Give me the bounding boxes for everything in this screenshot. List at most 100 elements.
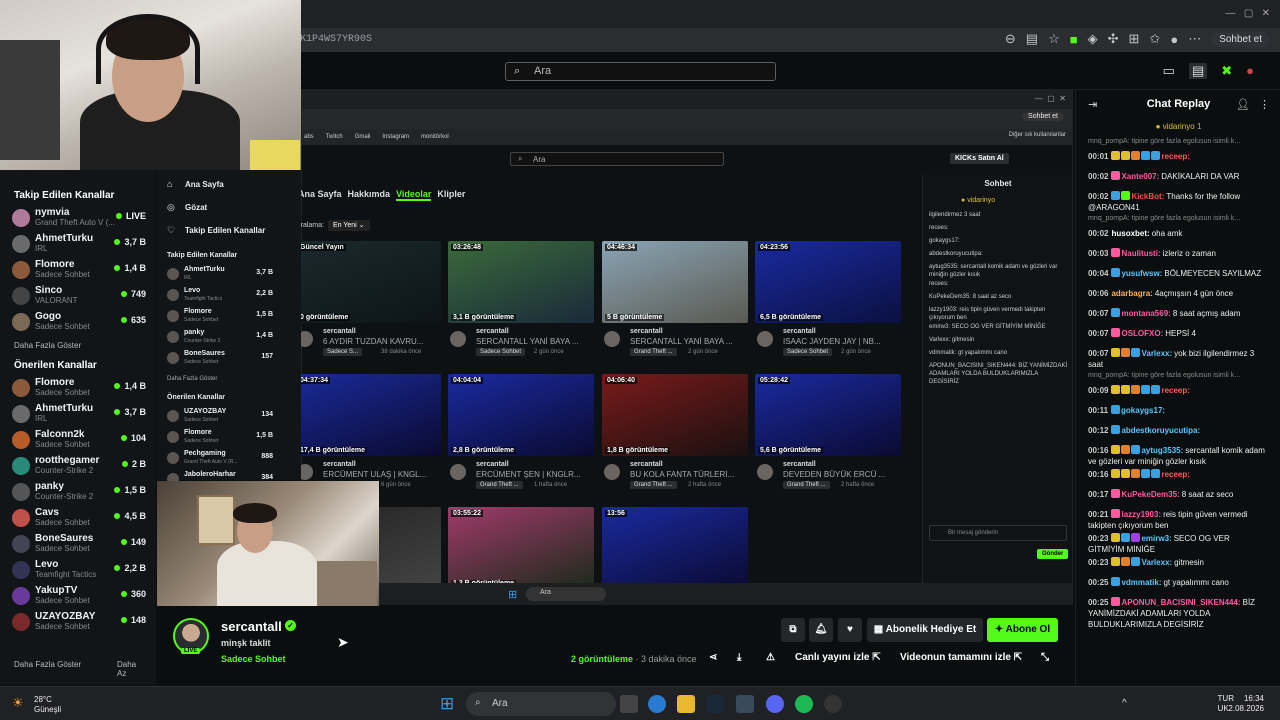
chat-message[interactable]: 00:02 KickBot: Thanks for the follow @ARAG… — [1088, 191, 1268, 213]
chrome-icon[interactable] — [824, 695, 842, 713]
windows-start-icon[interactable]: ⊞ — [440, 694, 454, 714]
sidebar-channel[interactable]: Levo Teamfight Tactics 2,2 B — [0, 557, 156, 583]
app-icon[interactable] — [736, 695, 754, 713]
follow-heart-icon[interactable]: ♥ — [838, 618, 862, 642]
sidebar-channel[interactable]: Falconn2k Sadece Sohbet 104 — [0, 427, 156, 453]
chat-username[interactable]: gokaygs17: — [1121, 406, 1165, 415]
chat-username[interactable]: aytug3535: — [1141, 446, 1183, 455]
chat-username[interactable]: receep: — [1161, 470, 1189, 479]
watch-full-link[interactable]: Videonun tamamını izle ⇱ — [900, 652, 1022, 663]
sidebar-channel[interactable]: Cavs Sadece Sohbet 4,5 B — [0, 505, 156, 531]
chat-message[interactable]: 00:25 APONUN_BACISINI_SIKEN444: BİZ YANİMİ… — [1088, 597, 1268, 630]
share-icon[interactable]: ⋖ — [709, 652, 717, 663]
chat-username[interactable]: vdmmatik: — [1121, 578, 1161, 587]
download-icon[interactable]: ⤓ — [737, 652, 741, 663]
system-clock[interactable]: 16:34 2.08.2026 — [1228, 694, 1264, 714]
chat-username[interactable]: Xante007: — [1121, 172, 1159, 181]
star-icon[interactable]: ☆ — [1048, 31, 1060, 47]
chat-message[interactable]: 00:25 vdmmatik: gt yapalımmı cano — [1088, 577, 1268, 588]
show-more-link[interactable]: Daha Fazla Göster — [0, 335, 156, 356]
kick-icon[interactable]: ✖ — [1221, 63, 1232, 79]
theater-icon[interactable]: ▭ — [1163, 63, 1175, 79]
chat-username[interactable]: KuPekeDem35: — [1121, 490, 1179, 499]
chat-message[interactable]: 00:01 receep: — [1088, 151, 1268, 162]
chat-message[interactable]: 00:16 aytug3535: sercantall komik adam ve … — [1088, 445, 1268, 467]
window-controls[interactable]: — ▢ ✕ — [1226, 8, 1271, 19]
chat-message[interactable]: 00:12 abdestkoruyucutipa: — [1088, 425, 1268, 436]
chat-message[interactable]: 00:21 lazzy1903: reis tipin güven vermedi … — [1088, 509, 1268, 531]
extension-icon[interactable]: ■ — [1070, 32, 1078, 47]
notification-bell-icon[interactable]: 🔔︎ — [809, 618, 833, 642]
settings-icon[interactable]: ⋮ — [1259, 98, 1270, 111]
zoom-icon[interactable]: ⊖ — [1005, 31, 1016, 47]
profile-icon[interactable]: ● — [1170, 32, 1178, 47]
chat-message[interactable]: 00:23 emirw3: SECO OG VER GİTMİYİM MİNİĞE — [1088, 533, 1268, 555]
report-icon[interactable]: ⚠ — [766, 652, 775, 663]
weather-widget[interactable]: 28°C Güneşli — [34, 695, 61, 715]
steam-icon[interactable] — [706, 695, 724, 713]
chat-message[interactable]: 00:16 receep: — [1088, 469, 1268, 480]
sidebar-channel[interactable]: AhmetTurku IRL 3,7 B — [0, 231, 156, 257]
chat-message[interactable]: 00:07 montana569: 8 saat açmış adam — [1088, 308, 1268, 319]
file-explorer-icon[interactable] — [677, 695, 695, 713]
chat-username[interactable]: Naulitusti: — [1121, 249, 1160, 258]
chat-username[interactable]: montana569: — [1121, 309, 1170, 318]
chat-message[interactable]: 00:03 Naulitusti: izleriz o zaman — [1088, 248, 1268, 259]
chat-message[interactable]: 00:04 yusufwsw: BÖLMEYECEN SAYILMAZ — [1088, 268, 1268, 279]
sidebar-channel[interactable]: Gogo Sadece Sohbet 635 — [0, 309, 156, 335]
spotify-icon[interactable] — [795, 695, 813, 713]
chat-username[interactable]: Varlexx: — [1141, 558, 1172, 567]
watch-live-link[interactable]: Canlı yayını izle ⇱ — [795, 652, 881, 663]
theater-button[interactable]: ⧉ — [781, 618, 805, 642]
chat-message[interactable]: 00:02 husoxbet: oha amk — [1088, 228, 1268, 239]
favorites-icon[interactable]: ✩ — [1149, 31, 1160, 47]
chat-username[interactable]: abdestkoruyucutipa: — [1121, 426, 1200, 435]
users-icon[interactable]: 👤︎ — [1236, 98, 1250, 111]
puzzle-icon[interactable]: ✣ — [1108, 31, 1119, 47]
sidebar-channel[interactable]: UZAYOZBAY Sadece Sohbet 148 — [0, 609, 156, 635]
chat-username[interactable]: OSLOFXO: — [1121, 329, 1163, 338]
collapse-icon[interactable]: ⤡ — [1041, 652, 1049, 663]
copilot-chat-button[interactable]: Sohbet et — [1211, 31, 1270, 47]
chat-username[interactable]: adarbagra: — [1111, 289, 1152, 298]
chat-username[interactable]: receep: — [1161, 152, 1189, 161]
sidebar-channel[interactable]: YakupTV Sadece Sohbet 360 — [0, 583, 156, 609]
extension-icon[interactable]: ◈ — [1088, 31, 1098, 47]
sidebar-channel[interactable]: AhmetTurku IRL 3,7 B — [0, 401, 156, 427]
chat-username[interactable]: Varlexx: — [1141, 349, 1172, 358]
subscribe-button[interactable]: ✦ Abone Ol — [987, 618, 1058, 642]
chat-username[interactable]: APONUN_BACISINI_SIKEN444: — [1121, 598, 1240, 607]
gift-sub-button[interactable]: ▦ Abonelik Hediye Et — [867, 618, 983, 642]
show-less-link[interactable]: Daha Az — [103, 654, 156, 684]
sidebar-channel[interactable]: panky Counter-Strike 2 1,5 B — [0, 479, 156, 505]
chat-username[interactable]: emirw3: — [1141, 534, 1171, 543]
show-more-link[interactable]: Daha Fazla Göster — [0, 654, 95, 675]
avatar[interactable]: ● — [1246, 63, 1254, 79]
streamer-name[interactable]: sercantall — [221, 619, 282, 634]
taskbar-search[interactable]: ⌕ Ara — [466, 692, 616, 716]
sidebar-channel[interactable]: Flomore Sadece Sohbet 1,4 B — [0, 375, 156, 401]
url-text[interactable]: K1P4WS7YR90S — [300, 34, 372, 45]
sidebar-channel[interactable]: Flomore Sadece Sohbet 1,4 B — [0, 257, 156, 283]
edge-icon[interactable] — [648, 695, 666, 713]
chat-message[interactable]: 00:09 receep: — [1088, 385, 1268, 396]
chat-username[interactable]: lazzy1903: — [1121, 510, 1161, 519]
sidebar-channel[interactable]: Sinco VALORANT 749 — [0, 283, 156, 309]
chat-message[interactable]: 00:07 Varlexx: yok bizi ilgilendirmez 3 sa… — [1088, 348, 1268, 370]
tray-chevron-icon[interactable]: ^ — [1122, 698, 1127, 709]
chat-username[interactable]: KickBot: — [1131, 192, 1164, 201]
chat-message[interactable]: 00:23 Varlexx: gitmesin — [1088, 557, 1268, 568]
chat-message[interactable]: 00:17 KuPekeDem35: 8 saat az seco — [1088, 489, 1268, 500]
stream-category[interactable]: Sadece Sohbet — [221, 654, 286, 664]
chat-message[interactable]: 00:07 OSLOFXO: HEPSİ 4 — [1088, 328, 1268, 339]
sidebar-channel[interactable]: BoneSaures Sadece Sohbet 149 — [0, 531, 156, 557]
more-icon[interactable]: ⋯ — [1188, 31, 1201, 47]
reader-icon[interactable]: ▤ — [1026, 31, 1038, 47]
split-icon[interactable]: ⊞ — [1129, 31, 1140, 47]
sidebar-channel[interactable]: rootthegamer Counter-Strike 22 B — [0, 453, 156, 479]
task-view-icon[interactable] — [620, 695, 638, 713]
chat-message[interactable]: 00:11 gokaygs17: — [1088, 405, 1268, 416]
search-input[interactable]: ⌕ Ara — [505, 62, 776, 81]
discord-icon[interactable] — [766, 695, 784, 713]
inbox-icon[interactable]: ▤ — [1188, 63, 1208, 79]
